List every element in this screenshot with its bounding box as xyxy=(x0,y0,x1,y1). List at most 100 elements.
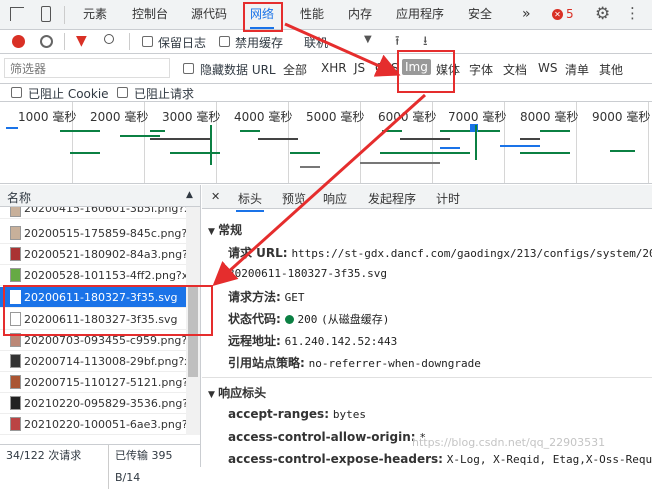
tab-memory[interactable]: 内存 xyxy=(348,0,372,29)
waterfall-bar xyxy=(520,138,540,140)
method-value: GET xyxy=(284,291,305,304)
disable-cache-checkbox[interactable] xyxy=(219,36,230,47)
filter-icon[interactable]: ▼ xyxy=(76,34,87,48)
network-overview-timeline[interactable]: 1000 毫秒 2000 毫秒 3000 毫秒 4000 毫秒 5000 毫秒 … xyxy=(0,102,652,184)
waterfall-bar xyxy=(382,130,402,132)
filter-bar: 筛选器 隐藏数据 URL 全部 XHR JS CSS Img 媒体 字体 文档 … xyxy=(0,54,652,84)
request-row[interactable]: 20210220-095829-3536.png?x xyxy=(0,393,186,414)
waterfall-bar xyxy=(120,135,160,137)
tab-sources[interactable]: 源代码 xyxy=(191,0,227,29)
header-key: access-control-allow-origin: xyxy=(228,430,416,444)
referrer-key: 引用站点策略: xyxy=(228,356,305,370)
network-toolbar: ▼ 保留日志 禁用缓存 联机 ▼ ⭱ ⭳ xyxy=(0,30,652,54)
waterfall-bar xyxy=(540,130,570,132)
tab-application[interactable]: 应用程序 xyxy=(396,0,444,29)
sort-icon[interactable]: ▲ xyxy=(186,190,193,200)
response-headers-section-header[interactable]: ▼ 响应标头 xyxy=(208,384,266,401)
kebab-menu-icon[interactable]: ⋮ xyxy=(625,4,640,22)
watermark: https://blog.csdn.net/qq_22903531 xyxy=(412,436,606,449)
devtools-tab-bar: 元素 控制台 源代码 网络 性能 内存 应用程序 安全 » ✕ 5 ⚙ ⋮ xyxy=(0,0,652,30)
more-tabs-button[interactable]: » xyxy=(522,0,531,29)
tab-elements[interactable]: 元素 xyxy=(83,0,107,29)
filter-manifest[interactable]: 清单 xyxy=(565,61,589,78)
filter-css[interactable]: CSS xyxy=(375,61,399,75)
general-section-title: 常规 xyxy=(218,223,243,237)
error-icon[interactable]: ✕ xyxy=(552,9,563,20)
device-toolbar-icon[interactable] xyxy=(41,6,51,22)
tab-preview[interactable]: 预览 xyxy=(282,190,306,207)
tab-performance[interactable]: 性能 xyxy=(300,0,324,29)
image-file-icon xyxy=(10,417,21,431)
filter-other[interactable]: 其他 xyxy=(599,61,623,78)
name-column-header[interactable]: 名称 xyxy=(7,189,31,206)
hide-data-url-checkbox[interactable] xyxy=(183,63,194,74)
request-name: 20200415-160601-3b5f.png?x xyxy=(24,207,186,215)
referrer-row: 引用站点策略: no-referrer-when-downgrade xyxy=(228,354,481,371)
filter-ws[interactable]: WS xyxy=(538,61,557,75)
tab-security[interactable]: 安全 xyxy=(468,0,492,29)
filter-xhr[interactable]: XHR xyxy=(321,61,347,75)
image-file-icon xyxy=(10,226,21,240)
close-detail-icon[interactable]: ✕ xyxy=(211,190,220,203)
request-row[interactable]: 20200715-110127-5121.png?x xyxy=(0,372,186,393)
request-name: 20200521-180902-84a3.png?x xyxy=(24,248,186,261)
section-divider xyxy=(202,377,652,378)
blocked-requests-checkbox[interactable] xyxy=(117,87,128,98)
waterfall-bar xyxy=(360,162,440,164)
waterfall-bar xyxy=(610,150,635,152)
image-file-icon xyxy=(10,396,21,410)
request-row[interactable]: 20200521-180902-84a3.png?x xyxy=(0,244,186,265)
request-row[interactable]: 20200515-175859-845c.png?x xyxy=(0,223,186,244)
list-header[interactable]: 名称 ▲ xyxy=(0,185,200,207)
request-url-key: 请求 URL: xyxy=(228,246,288,260)
request-row[interactable]: 20200714-113008-29bf.png?x xyxy=(0,351,186,372)
header-value: * xyxy=(419,431,427,444)
tab-headers[interactable]: 标头 xyxy=(236,188,265,212)
search-icon[interactable] xyxy=(104,34,114,44)
request-name: 20210220-095829-3536.png?x xyxy=(24,397,186,410)
waterfall-bar xyxy=(60,130,100,132)
separator xyxy=(64,6,65,24)
throttle-dropdown-icon[interactable]: ▼ xyxy=(364,34,372,45)
preserve-log-checkbox[interactable] xyxy=(142,36,153,47)
response-headers-title: 响应标头 xyxy=(218,386,267,400)
separator xyxy=(129,33,130,50)
filter-all[interactable]: 全部 xyxy=(283,61,307,78)
filter-input[interactable]: 筛选器 xyxy=(4,58,170,78)
status-bar: 34/122 次请求 已传输 395 B/14 xyxy=(0,444,200,489)
waterfall-bar xyxy=(210,125,212,165)
request-row[interactable]: 20210220-100051-6ae3.png?x xyxy=(0,414,186,435)
waterfall-bar xyxy=(170,152,220,154)
throttle-select[interactable]: 联机 xyxy=(304,34,328,51)
error-count[interactable]: 5 xyxy=(566,0,574,29)
blocked-cookies-label: 已阻止 Cookie xyxy=(28,87,109,101)
status-dot-icon xyxy=(284,315,294,324)
filter-doc[interactable]: 文档 xyxy=(503,61,527,78)
blocked-cookies-checkbox[interactable] xyxy=(11,87,22,98)
tab-timing[interactable]: 计时 xyxy=(436,190,460,207)
image-file-icon xyxy=(10,207,21,217)
filter-font[interactable]: 字体 xyxy=(469,61,493,78)
tab-console[interactable]: 控制台 xyxy=(132,0,168,29)
request-row[interactable]: 20200415-160601-3b5f.png?x xyxy=(0,207,186,219)
waterfall-bar xyxy=(258,138,298,140)
status-note: (从磁盘缓存) xyxy=(321,313,390,326)
tick-label: 6000 毫秒 xyxy=(378,110,437,124)
tab-response[interactable]: 响应 xyxy=(323,190,347,207)
request-url-cont-row: 20200611-180327-3f35.svg xyxy=(228,266,387,280)
tab-initiator[interactable]: 发起程序 xyxy=(368,190,416,207)
status-value: 200 xyxy=(297,313,318,326)
referrer-value: no-referrer-when-downgrade xyxy=(308,357,481,370)
general-section-header[interactable]: ▼ 常规 xyxy=(208,221,242,238)
inspect-element-icon[interactable] xyxy=(10,7,24,21)
status-key: 状态代码: xyxy=(228,312,281,326)
settings-gear-icon[interactable]: ⚙ xyxy=(595,4,610,24)
request-row[interactable]: 20200528-101153-4ff2.png?x xyxy=(0,265,186,286)
filter-js[interactable]: JS xyxy=(354,61,365,75)
detail-tabs: ✕ 标头 预览 响应 发起程序 计时 xyxy=(202,185,652,212)
clear-icon[interactable] xyxy=(40,35,53,48)
tick-label: 9000 毫秒 xyxy=(592,110,651,124)
record-icon[interactable] xyxy=(12,35,25,48)
waterfall-bar xyxy=(440,147,460,149)
request-detail-pane: ✕ 标头 预览 响应 发起程序 计时 ▼ 常规 请求 URL: https://… xyxy=(202,185,652,467)
